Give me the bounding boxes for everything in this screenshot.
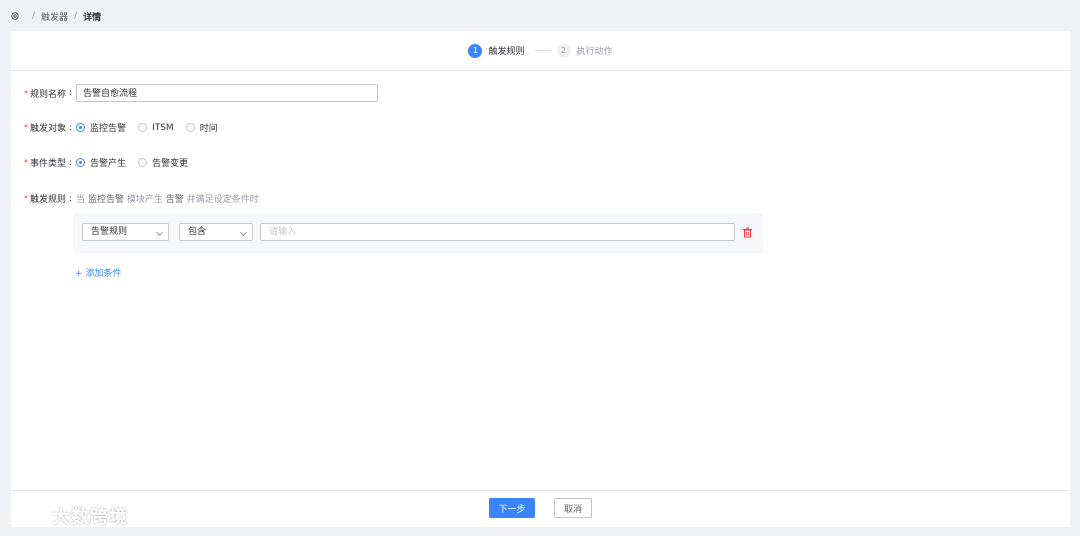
radio-label: ITSM: [152, 122, 174, 133]
main-card: 1 触发规则 2 执行动作 * 规则名称 : 告警自愈流程 * 触发对象 : 监…: [11, 31, 1070, 527]
radio-dot: [185, 123, 195, 132]
radio-itsm[interactable]: ITSM: [138, 123, 174, 133]
select-value: 包含: [188, 227, 207, 237]
radio-alert-changed[interactable]: 告警变更: [138, 156, 188, 169]
radio-dot: [76, 158, 86, 167]
condition-field-select[interactable]: 告警规则: [82, 223, 169, 241]
breadcrumb: / 触发器 / 详情: [10, 9, 101, 23]
chevron-down-icon: [155, 228, 164, 237]
desc-target: 监控告警: [87, 195, 124, 205]
desc-suffix: 并满足设定条件时: [186, 195, 259, 205]
footer-bar: 下一步 取消: [11, 490, 1070, 527]
step-connector: [534, 50, 551, 51]
step-number: 2: [556, 43, 571, 58]
radio-alert-created[interactable]: 告警产生: [76, 156, 126, 169]
watermark: 大数跨境: [8, 503, 128, 529]
cancel-button[interactable]: 取消: [554, 498, 592, 518]
next-step-button[interactable]: 下一步: [489, 498, 535, 518]
condition-value-input[interactable]: 请输入: [260, 223, 735, 241]
step-indicator: 1 触发规则 2 执行动作: [11, 31, 1070, 71]
label-colon: :: [69, 157, 73, 168]
radio-monitor-alert[interactable]: 监控告警: [76, 121, 126, 134]
add-condition-button[interactable]: + 添加条件: [75, 266, 121, 279]
radio-label: 时间: [199, 124, 218, 134]
step-number: 1: [468, 43, 483, 58]
radio-label: 监控告警: [90, 124, 127, 134]
field-label: 触发对象: [30, 124, 67, 134]
gear-icon[interactable]: [10, 11, 20, 21]
select-value: 告警规则: [91, 227, 128, 237]
condition-row: 告警规则 包含 请输入: [73, 213, 763, 253]
field-label: 事件类型: [30, 159, 67, 169]
radio-dot: [138, 123, 148, 132]
watermark-logo-icon: [10, 507, 48, 525]
rule-description: 当 监控告警 模块产生 告警 并满足设定条件时: [76, 192, 259, 205]
trash-icon[interactable]: [742, 227, 753, 238]
breadcrumb-item-detail: 详情: [83, 12, 102, 23]
desc-event: 告警: [165, 195, 184, 205]
step-execute-action[interactable]: 2 执行动作: [556, 43, 613, 58]
label-colon: :: [69, 88, 73, 98]
step-label: 执行动作: [576, 47, 613, 57]
desc-mid: 模块产生: [126, 195, 163, 205]
rule-name-input[interactable]: 告警自愈流程: [76, 84, 379, 102]
label-colon: :: [69, 122, 73, 133]
form-row-rule: * 触发规则 : 当 监控告警 模块产生 告警 并满足设定条件时: [11, 192, 259, 206]
radio-label: 告警产生: [90, 159, 127, 169]
label-colon: :: [69, 193, 73, 204]
form-row-name: * 规则名称 : 告警自愈流程: [11, 84, 379, 102]
radio-label: 告警变更: [152, 159, 189, 169]
breadcrumb-item-triggers[interactable]: 触发器: [41, 10, 68, 23]
form-row-target: * 触发对象 : 监控告警 ITSM 时间: [11, 121, 230, 135]
watermark-text: 大数跨境: [52, 507, 128, 528]
step-trigger-rule[interactable]: 1 触发规则: [468, 43, 525, 58]
radio-dot: [138, 158, 148, 167]
desc-prefix: 当: [76, 195, 86, 205]
radio-dot: [76, 123, 86, 132]
step-label: 触发规则: [488, 47, 525, 57]
field-label: 触发规则: [30, 195, 67, 205]
breadcrumb-separator: /: [74, 11, 78, 21]
field-label: 规则名称: [30, 89, 67, 100]
condition-operator-select[interactable]: 包含: [179, 223, 253, 241]
radio-time[interactable]: 时间: [185, 121, 218, 134]
form-row-event: * 事件类型 : 告警产生 告警变更: [11, 156, 200, 170]
breadcrumb-separator: /: [32, 11, 36, 21]
chevron-down-icon: [239, 228, 248, 237]
